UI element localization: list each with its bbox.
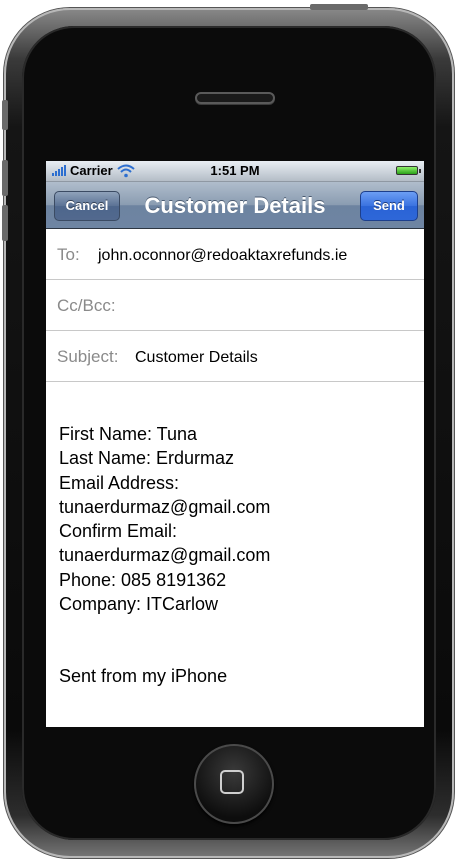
home-square-icon bbox=[220, 770, 244, 794]
cc-bcc-field[interactable]: Cc/Bcc: bbox=[46, 280, 424, 331]
body-line: Phone: 085 8191362 bbox=[59, 569, 227, 590]
subject-field[interactable]: Subject: Customer Details bbox=[46, 331, 424, 382]
cc-bcc-label: Cc/Bcc: bbox=[57, 296, 116, 315]
signature: Sent from my iPhone bbox=[59, 666, 228, 687]
subject-value[interactable]: Customer Details bbox=[135, 349, 258, 367]
body-line: Company: ITCarlow bbox=[59, 594, 219, 615]
body-line: First Name: Tuna bbox=[59, 424, 198, 444]
home-button[interactable] bbox=[194, 744, 274, 824]
subject-label: Subject: bbox=[57, 347, 119, 366]
earpiece-speaker bbox=[195, 92, 275, 104]
status-bar: Carrier 1:51 PM bbox=[46, 161, 424, 182]
navigation-bar: Cancel Customer Details Send bbox=[46, 182, 424, 229]
volume-down-button bbox=[2, 205, 8, 241]
battery-icon bbox=[396, 166, 421, 175]
to-recipient[interactable]: john.oconnor@redoaktaxrefunds.ie bbox=[98, 247, 347, 265]
body-line: Email Address: bbox=[59, 472, 180, 493]
screen: Carrier 1:51 PM Cancel Customer Details … bbox=[46, 161, 424, 727]
to-field[interactable]: To: john.oconnor@redoaktaxrefunds.ie bbox=[46, 229, 424, 280]
send-button[interactable]: Send bbox=[360, 191, 418, 221]
volume-up-button bbox=[2, 160, 8, 196]
body-line: Confirm Email: bbox=[59, 521, 178, 542]
message-body[interactable]: First Name: Tuna Last Name: Erdurmaz Ema… bbox=[46, 382, 424, 689]
body-line: Last Name: Erdurmaz bbox=[59, 448, 235, 469]
volume-button bbox=[2, 100, 8, 130]
body-line: tunaerdurmaz@gmail.com bbox=[59, 496, 271, 517]
to-label: To: bbox=[57, 245, 80, 264]
status-time: 1:51 PM bbox=[210, 163, 260, 178]
sleep-button bbox=[310, 4, 368, 10]
body-line: tunaerdurmaz@gmail.com bbox=[59, 545, 271, 566]
